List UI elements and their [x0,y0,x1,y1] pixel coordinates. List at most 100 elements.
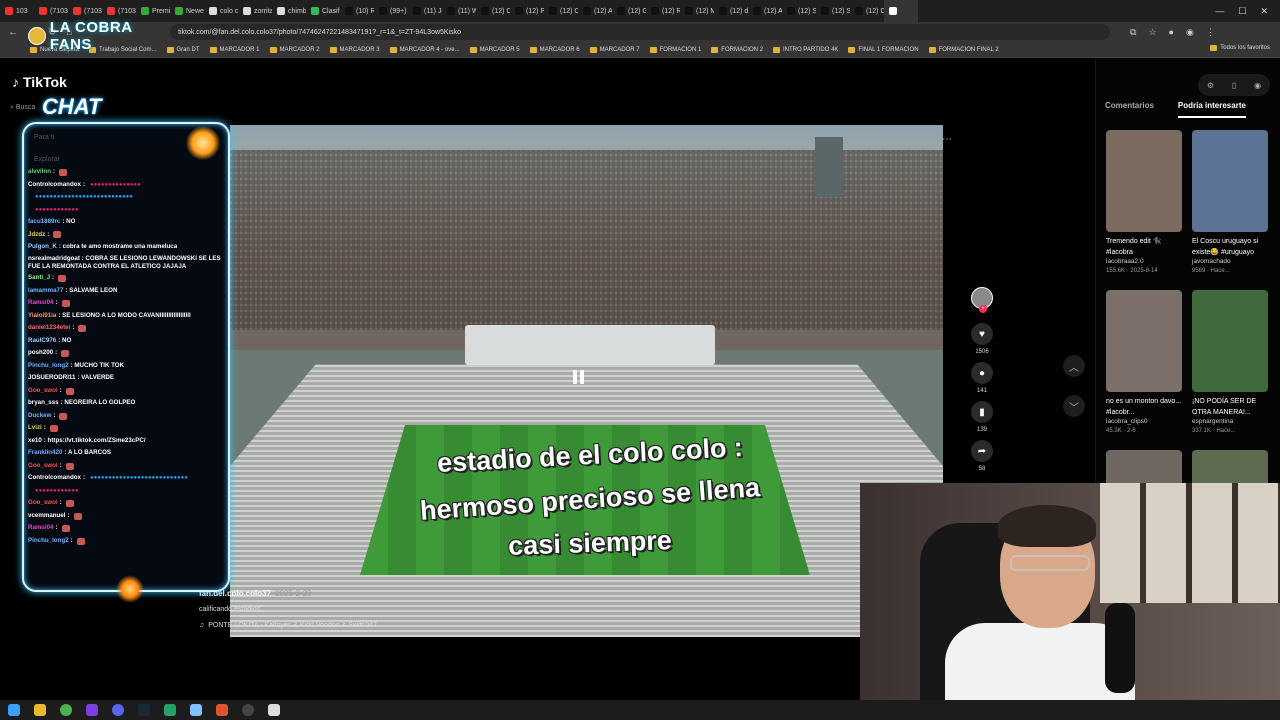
recommended-card[interactable]: ¡NO PODÍA SER DE OTRA MANERA!... espnarge… [1192,290,1268,450]
app-icon-3[interactable] [190,704,202,716]
card-author[interactable]: espnargentina [1192,418,1268,428]
bookmark-item[interactable]: MARCADOR 3 [329,46,380,53]
bookmark-item[interactable]: MARCADOR 6 [529,46,580,53]
follow-plus-icon[interactable]: + [979,305,987,313]
all-bookmarks[interactable]: Todos los favoritos [1210,45,1270,51]
browser-tab[interactable]: (12) R [646,0,680,22]
browser-tab[interactable]: Clasifi [306,0,340,22]
bookmark-item[interactable]: FORMACION 2 [711,46,763,53]
install-icon[interactable]: ⧉ [1130,27,1136,38]
tab-favicon-icon [855,7,863,15]
recommended-card[interactable]: no es un monton davo... #lacobr... lacobr… [1106,290,1182,450]
tab-label: chimb [288,7,306,15]
browser-tab[interactable] [884,0,918,22]
browser-tab[interactable]: (12) G [612,0,646,22]
pause-icon[interactable] [570,370,586,388]
bookmark-label: FORMACION FINAL 2 [938,46,999,53]
app-icon-5[interactable] [268,704,280,716]
browser-tab[interactable]: (12) de [714,0,748,22]
card-author[interactable]: lacobraaa2.0 [1106,258,1182,268]
bookmark-item[interactable]: MARCADOR 5 [469,46,520,53]
like-action[interactable]: ♥ 1506 [971,323,993,355]
video-player[interactable]: estadio de el colo colo : hermoso precio… [230,125,943,637]
bookmark-item[interactable]: INTRO PARTIDO 4K [772,46,838,53]
comment-action[interactable]: ● 141 [971,362,993,394]
card-author[interactable]: javomachado [1192,258,1268,268]
close-icon[interactable]: ✕ [1260,6,1268,17]
browser-tab[interactable]: (12) Sp [816,0,850,22]
app-icon-1[interactable] [86,704,98,716]
maximize-icon[interactable]: ☐ [1238,6,1246,17]
app-icon-2[interactable] [164,704,176,716]
browser-tab[interactable]: 103 [0,0,34,22]
windows-start-icon[interactable] [8,704,20,716]
discord-icon[interactable] [112,704,124,716]
browser-tab[interactable]: (12) C [476,0,510,22]
browser-tab[interactable]: (99+) Y [374,0,408,22]
browser-tab-strip: 103 (7103) (7103) (7103) Premi Newell colo cc z… [0,0,1280,22]
browser-tab[interactable]: (12) P [510,0,544,22]
app-icon-4[interactable] [216,704,228,716]
browser-tab[interactable]: chimb [272,0,306,22]
card-author[interactable]: lacobra_clips0 [1106,418,1182,428]
minimize-icon[interactable]: — [1215,6,1224,17]
bookmark-item[interactable]: MARCADOR 1 [209,46,260,53]
card-thumbnail[interactable] [1106,130,1182,232]
bookmark-item[interactable]: MARCADOR 2 [269,46,320,53]
star-icon[interactable]: ☆ [1148,27,1156,38]
bookmark-item[interactable]: FORMACION 1 [649,46,702,53]
folder-icon [329,46,337,53]
extension-icon[interactable]: ● [1169,27,1174,38]
browser-tab[interactable]: colo cc [204,0,238,22]
post-music[interactable]: ♫ PONTE LOKITA - Kaltoyes & Kidd Voodoo &… [199,622,377,629]
browser-tab[interactable]: (12) C [544,0,578,22]
browser-tab[interactable]: (11) W [442,0,476,22]
browser-tab[interactable]: zorrita [238,0,272,22]
card-thumbnail[interactable] [1192,130,1268,232]
video-tower [815,137,843,197]
browser-tab[interactable]: (12) A [748,0,782,22]
browser-tab[interactable]: (12) M [680,0,714,22]
bookmark-item[interactable]: FINAL 1 FORMACION [848,46,919,53]
file-explorer-icon[interactable] [34,704,46,716]
device-icon[interactable]: ▯ [1232,81,1236,90]
browser-tab[interactable]: (12) A [578,0,612,22]
tab-recommended[interactable]: Podría interesarte [1177,101,1246,118]
bookmark-item[interactable]: FORMACION FINAL 2 [928,46,999,53]
browser-tab[interactable]: (10) R [340,0,374,22]
recommended-card[interactable]: El Coscu uruguayo si existe😂 #uruguayo ja… [1192,130,1268,290]
tab-comments[interactable]: Comentarios [1105,101,1154,118]
browser-tab[interactable]: (12) C [850,0,884,22]
save-action[interactable]: ▮ 139 [971,401,993,433]
author-avatar[interactable]: + [971,287,993,313]
menu-icon[interactable]: ⋮ [1206,27,1215,38]
obs-icon[interactable] [242,704,254,716]
browser-tab[interactable]: (11) Je [408,0,442,22]
chrome-icon[interactable] [60,704,72,716]
browser-tab[interactable]: (12) Sp [782,0,816,22]
steam-icon[interactable] [138,704,150,716]
card-thumbnail[interactable] [1106,290,1182,392]
chat-message: RaulC976 : NO [28,335,228,348]
more-options-icon[interactable]: ⋯ [942,134,952,145]
faint-explore: Explorar [34,156,61,163]
search-input[interactable]: ⌕ Busca [10,104,35,112]
url-input[interactable]: tiktok.com/@fan.del.colo.colo37/photo/74… [170,24,1110,40]
back-icon[interactable]: ← [8,27,18,38]
tiktok-logo[interactable]: ♪ TikTok [12,74,67,90]
chevron-down-icon[interactable]: ﹀ [1063,395,1085,417]
profile-icon[interactable]: ◉ [1186,27,1194,38]
settings-icon[interactable]: ⚙ [1207,81,1214,90]
chat-text: : [59,499,62,507]
bookmark-item[interactable]: MARCADOR 7 [589,46,640,53]
tab-favicon-icon [481,7,489,15]
bookmark-label: FORMACION 1 [659,46,702,53]
bookmark-item[interactable]: MARCADOR 4 - ove... [389,46,460,53]
chevron-up-icon[interactable]: ︿ [1063,355,1085,377]
recommended-card[interactable]: Tremendo edit 🐈‍⬛ #lacobra lacobraaa2.0 15… [1106,130,1182,290]
share-action[interactable]: ➦ 58 [971,440,993,472]
bookmark-label: MARCADOR 6 [539,46,580,53]
card-thumbnail[interactable] [1192,290,1268,392]
user-avatar-icon[interactable]: ◉ [1254,81,1261,90]
bookmark-label: FINAL 1 FORMACION [858,46,919,53]
